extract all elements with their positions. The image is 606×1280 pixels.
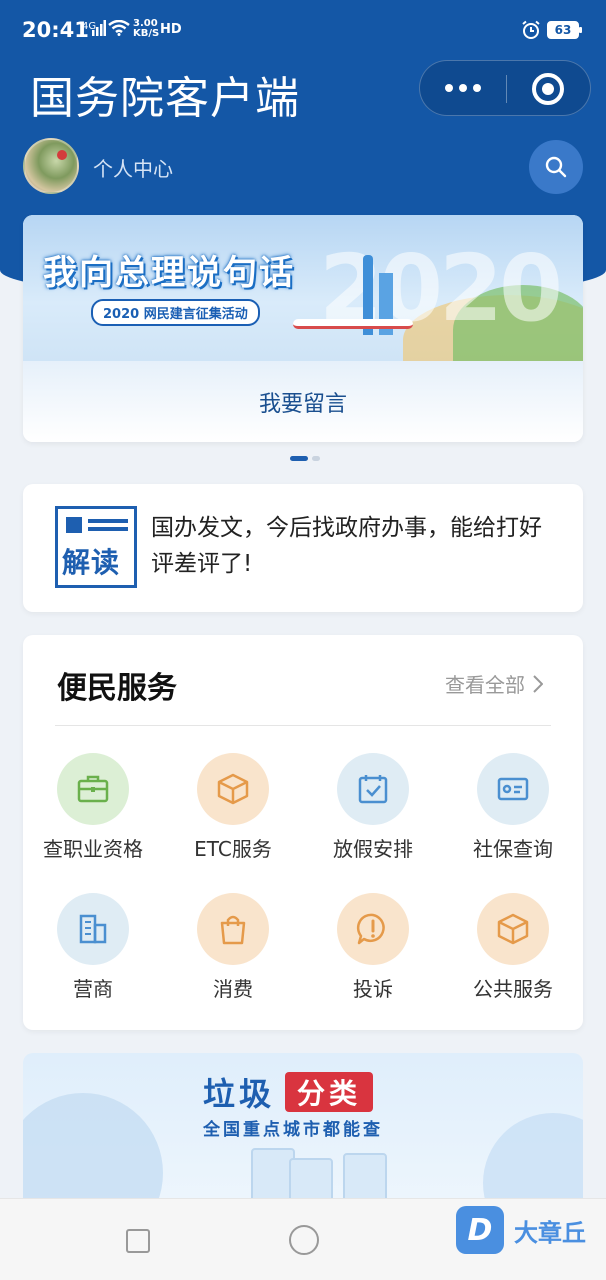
news-headline[interactable]: 国办发文，今后找政府办事，能给打好评差评了!: [151, 510, 561, 582]
personal-center-link[interactable]: 个人中心: [93, 153, 173, 182]
interpretation-badge: 解读: [55, 506, 137, 588]
news-card[interactable]: 解读 国办发文，今后找政府办事，能给打好评差评了!: [23, 484, 583, 612]
calendar-check-icon: [337, 753, 409, 825]
promo-title: 垃圾 分类: [203, 1069, 374, 1115]
avatar[interactable]: [23, 138, 79, 194]
service-item[interactable]: 营商: [23, 893, 163, 1013]
service-item[interactable]: 消费: [163, 893, 303, 1013]
shopping-bag-icon: [197, 893, 269, 965]
service-item[interactable]: ETC服务: [163, 753, 303, 873]
services-card: 便民服务 查看全部 查职业资格 ETC服务 放假安排 社保查询 营商 消费 投诉…: [23, 635, 583, 1030]
garbage-sorting-banner[interactable]: 垃圾 分类 全国重点城市都能查: [23, 1053, 583, 1213]
service-item[interactable]: 查职业资格: [23, 753, 163, 873]
box-icon: [477, 893, 549, 965]
service-label: 营商: [73, 977, 113, 1001]
box-icon: [197, 753, 269, 825]
network-speed: 3.00 KB/S: [133, 18, 160, 39]
service-item[interactable]: 放假安排: [303, 753, 443, 873]
leave-message-button[interactable]: 我要留言: [23, 361, 583, 442]
watermark-text: 大章丘: [514, 1218, 586, 1247]
watermark-logo: D: [456, 1206, 504, 1254]
banner-train-shape: [293, 319, 413, 329]
watermark: D 大章丘: [456, 1206, 586, 1254]
battery-indicator: 63: [547, 21, 582, 39]
service-label: 查职业资格: [43, 837, 143, 861]
leaf-decoration: [23, 1093, 163, 1213]
carousel-indicator: [290, 456, 320, 461]
status-time: 20:41: [22, 18, 89, 42]
search-icon: [545, 156, 567, 178]
capsule-divider: [506, 75, 507, 103]
hd-indicator: HD: [160, 22, 182, 37]
signal-icon: [92, 20, 106, 36]
dot-icon: [473, 84, 481, 92]
recent-apps-button[interactable]: [126, 1229, 150, 1253]
service-label: ETC服务: [194, 837, 272, 861]
service-item[interactable]: 投诉: [303, 893, 443, 1013]
service-label: 公共服务: [473, 977, 553, 1001]
carousel-dot-active: [290, 456, 308, 461]
banner-image[interactable]: 2020 我向总理说句话 2020 网民建言征集活动: [23, 215, 583, 361]
service-label: 社保查询: [473, 837, 553, 861]
dot-icon: [459, 84, 467, 92]
banner-headline: 我向总理说句话: [43, 253, 295, 293]
service-label: 投诉: [353, 977, 393, 1001]
promo-title-text: 垃圾: [203, 1075, 276, 1113]
dot-icon: [445, 84, 453, 92]
alert-bubble-icon: [337, 893, 409, 965]
carousel-dot: [312, 456, 320, 461]
mini-program-capsule: [419, 60, 591, 116]
view-all-label: 查看全部: [445, 673, 525, 697]
wifi-icon: [108, 20, 130, 36]
interpretation-label: 解读: [62, 546, 121, 579]
chevron-right-icon: [533, 674, 543, 693]
home-button[interactable]: [289, 1225, 319, 1255]
app-title: 国务院客户端: [30, 73, 300, 124]
service-label: 放假安排: [333, 837, 413, 861]
banner-card[interactable]: 2020 我向总理说句话 2020 网民建言征集活动 我要留言: [23, 215, 583, 442]
service-label: 消费: [213, 977, 253, 1001]
view-all-link[interactable]: 查看全部: [445, 669, 543, 698]
services-title: 便民服务: [57, 671, 177, 706]
briefcase-icon: [57, 753, 129, 825]
promo-subtitle: 全国重点城市都能查: [203, 1120, 383, 1140]
promo-tag: 分类: [285, 1072, 374, 1112]
id-card-icon: [477, 753, 549, 825]
close-mini-program-button[interactable]: [532, 73, 564, 105]
document-icon: [66, 517, 128, 535]
more-menu-button[interactable]: [420, 61, 506, 115]
banner-subtitle: 2020 网民建言征集活动: [91, 299, 260, 326]
service-item[interactable]: 社保查询: [443, 753, 583, 873]
alarm-icon: [522, 20, 540, 39]
status-bar: 20:41 4G 3.00 KB/S HD 63: [0, 0, 606, 60]
search-button[interactable]: [529, 140, 583, 194]
service-item[interactable]: 公共服务: [443, 893, 583, 1013]
building-icon: [57, 893, 129, 965]
divider: [55, 725, 551, 726]
